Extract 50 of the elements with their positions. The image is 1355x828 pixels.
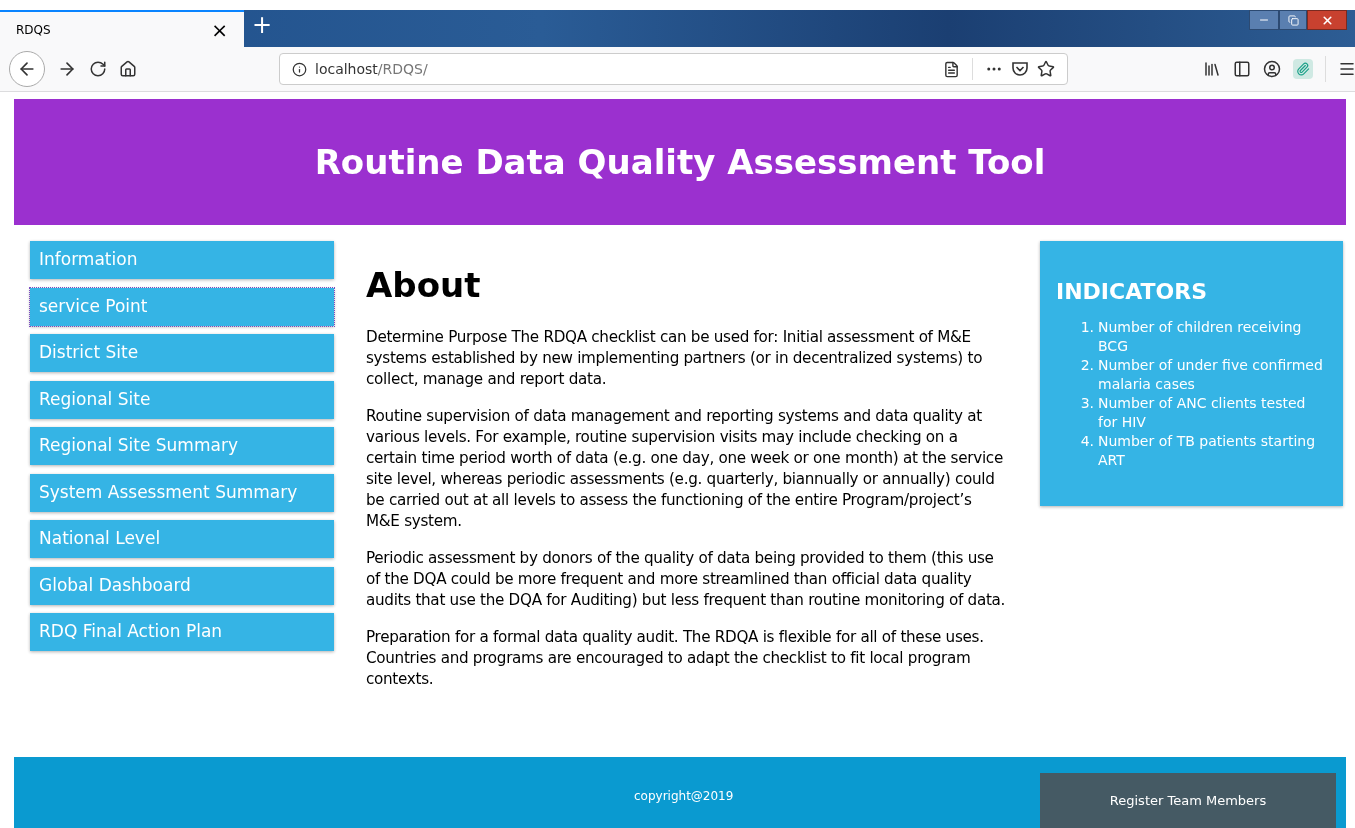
home-icon[interactable] [119, 60, 137, 78]
sidebar-item[interactable]: Global Dashboard [30, 566, 334, 605]
reader-view-icon[interactable] [943, 60, 960, 78]
sidebar-item[interactable]: National Level [30, 520, 334, 558]
reload-icon[interactable] [89, 60, 107, 78]
indicator-item: Number of TB patients starting ART [1098, 432, 1317, 470]
sidebar-item[interactable]: System Assessment Summary [30, 473, 334, 512]
tab-close-button[interactable]: × [211, 14, 228, 45]
sidebar-item[interactable]: service Point [30, 287, 334, 326]
sidebar-item[interactable]: Regional Site Summary [30, 427, 334, 465]
pocket-icon[interactable] [1011, 60, 1029, 78]
sidebar-item[interactable]: Regional Site [30, 380, 334, 419]
new-tab-button[interactable]: + [252, 10, 273, 47]
restore-button[interactable] [1279, 10, 1307, 30]
minimize-button[interactable] [1249, 10, 1279, 30]
indicator-item: Number of children receiving BCG [1098, 318, 1303, 356]
sidebar-item[interactable]: RDQ Final Action Plan [30, 613, 334, 651]
indicator-item: Number of under five confirmed malaria cases [1098, 356, 1324, 394]
close-icon [1320, 13, 1334, 27]
paperclip-icon [1296, 62, 1310, 76]
back-button[interactable] [9, 51, 45, 87]
sidebar-item[interactable]: Information [30, 241, 334, 279]
tab-title: RDQS [16, 21, 51, 39]
close-button[interactable] [1307, 10, 1347, 30]
page-title: Routine Data Quality Assessment Tool [314, 140, 1046, 184]
copyright-text: copyright@2019 [634, 788, 734, 805]
bookmark-star-icon[interactable] [1037, 60, 1055, 78]
menu-icon[interactable] [1338, 60, 1355, 78]
restore-icon [1287, 14, 1299, 26]
indicators-title: INDICATORS [1056, 278, 1208, 306]
register-team-members-button[interactable]: Register Team Members [1040, 773, 1336, 828]
sidebar-icon[interactable] [1233, 60, 1251, 78]
about-paragraph: Routine supervision of data management and reporting systems and data quality at various levels. For example, routine supervision visits may include checking on a certain time period worth of data (e.g. one day, one week or one month) at the service site level, whereas periodic assessments (e.g. quarterly, biannually or annually) could be carried out at all levels to assess the functioning of the entire Program/project’s M&E system. [366, 406, 1004, 532]
list-number: 2. [1079, 356, 1095, 375]
about-paragraph: Determine Purpose The RDQA checklist can be used for: Initial assessment of M&E systems established by new implementing partners (or in decentralized systems) to collect, manage and report data. [366, 327, 984, 390]
browser-tab[interactable]: RDQS × [0, 10, 244, 47]
account-icon[interactable] [1263, 60, 1281, 78]
extension-button[interactable] [1293, 59, 1313, 79]
url-text: localhost/RDQS/ [315, 59, 428, 79]
list-number: 4. [1079, 432, 1095, 451]
about-paragraph: Preparation for a formal data quality audit. The RDQA is flexible for all of these uses. Countries and programs are encouraged to adapt the checklist to fit local program contexts. [366, 627, 985, 690]
sidebar-item[interactable]: District Site [30, 334, 334, 372]
about-paragraph: Periodic assessment by donors of the quality of data being provided to them (this use of the DQA could be more frequent and more streamlined than official data quality audits that use the DQA for Auditing) but less frequent than routine monitoring of data. [366, 548, 1007, 611]
address-bar[interactable]: localhost/RDQS/ [279, 53, 1068, 85]
list-number: 3. [1079, 394, 1095, 413]
library-icon[interactable] [1203, 60, 1221, 78]
indicator-item: Number of ANC clients tested for HIV [1098, 394, 1307, 432]
info-icon [292, 61, 307, 77]
list-number: 1. [1079, 318, 1095, 337]
about-heading: About [366, 264, 482, 307]
